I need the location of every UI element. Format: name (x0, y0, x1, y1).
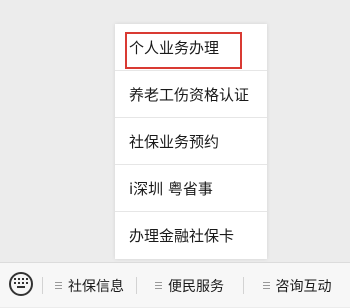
menu-item-label: 养老工伤资格认证 (129, 85, 250, 104)
bottom-menu-bar: 社保信息 便民服务 咨询互动 (0, 262, 350, 307)
keyboard-icon[interactable] (9, 272, 33, 296)
menu-item-pension-certification[interactable]: 养老工伤资格认证 (115, 71, 267, 118)
menu-item-label: 社保业务预约 (129, 132, 220, 151)
menu-item-label: 办理金融社保卡 (129, 227, 235, 245)
menu-lines-icon (155, 281, 162, 290)
highlight-box (125, 32, 242, 69)
menu-item-label: i深圳 粤省事 (129, 179, 213, 198)
tab-label: 便民服务 (168, 278, 224, 295)
menu-item-financial-card[interactable]: 办理金融社保卡 (115, 212, 267, 259)
tab-label: 社保信息 (68, 278, 124, 295)
popup-menu: 个人业务办理 养老工伤资格认证 社保业务预约 i深圳 粤省事 办理金融社保卡 (115, 24, 267, 259)
menu-item-ishenzhen[interactable]: i深圳 粤省事 (115, 165, 267, 212)
tab-convenience-services[interactable]: 便民服务 (137, 263, 242, 308)
menu-lines-icon (55, 281, 62, 290)
menu-item-social-security-appointment[interactable]: 社保业务预约 (115, 118, 267, 165)
tab-social-security-info[interactable]: 社保信息 (43, 263, 136, 308)
tab-label: 咨询互动 (275, 278, 332, 295)
tab-consultation[interactable]: 咨询互动 (244, 263, 350, 308)
menu-lines-icon (262, 281, 270, 290)
